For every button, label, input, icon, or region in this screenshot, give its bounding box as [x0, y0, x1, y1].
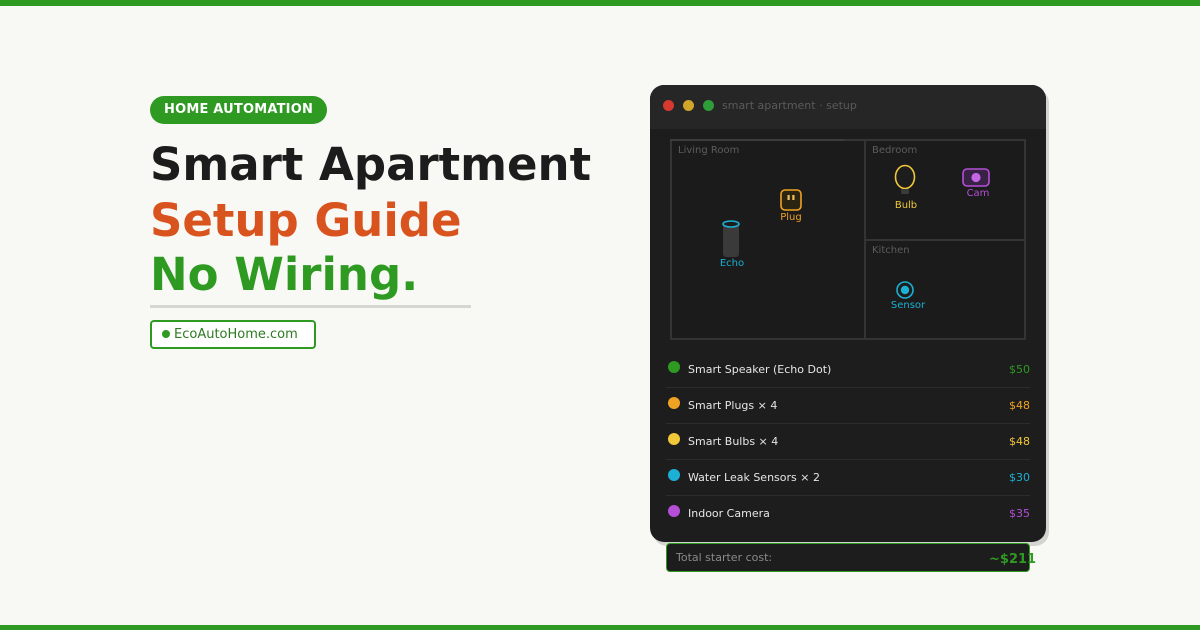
item-price: $30 [1009, 471, 1030, 484]
camera-icon[interactable] [962, 168, 990, 188]
item-name: Smart Bulbs × 4 [688, 435, 779, 448]
maximize-window-button[interactable] [703, 100, 714, 111]
item-price: $48 [1009, 399, 1030, 412]
room-label-bedroom: Bedroom [872, 145, 918, 156]
item-price: $48 [1009, 435, 1030, 448]
headline-line-1: Smart Apartment [150, 138, 592, 191]
room-label-kitchen: Kitchen [872, 245, 910, 256]
device-label-echo: Echo [719, 258, 745, 269]
item-price: $50 [1009, 363, 1030, 376]
headline-line-2: Setup Guide [150, 194, 462, 247]
setup-window: smart apartment · setup Living Room Bedr… [650, 85, 1046, 542]
item-name: Smart Speaker (Echo Dot) [688, 363, 832, 376]
bottom-accent-bar [0, 625, 1200, 630]
site-dot-icon [162, 330, 170, 338]
room-living-room: Living Room [670, 139, 866, 340]
leak-sensor-icon[interactable] [895, 280, 915, 300]
device-list: Smart Speaker (Echo Dot) $50 Smart Plugs… [666, 352, 1030, 532]
status-dot-icon [668, 433, 680, 445]
total-cost-panel: Total starter cost: ~$211 [666, 543, 1036, 572]
status-dot-icon [668, 361, 680, 373]
top-accent-bar [0, 0, 1200, 6]
status-dot-icon [668, 469, 680, 481]
bulb-icon[interactable] [893, 163, 917, 197]
device-label-cam: Cam [966, 188, 990, 199]
list-item[interactable]: Smart Speaker (Echo Dot) $50 [666, 352, 1030, 388]
total-cost-label: Total starter cost: [676, 551, 773, 564]
item-name: Water Leak Sensors × 2 [688, 471, 820, 484]
window-title: smart apartment · setup [722, 99, 857, 112]
plug-icon[interactable] [780, 189, 802, 211]
list-item[interactable]: Smart Bulbs × 4 $48 [666, 424, 1030, 460]
room-kitchen: Kitchen [864, 239, 1026, 340]
site-link[interactable]: EcoAutoHome.com [150, 320, 316, 349]
category-badge: HOME AUTOMATION [150, 96, 328, 124]
status-dot-icon [668, 505, 680, 517]
close-window-button[interactable] [663, 100, 674, 111]
item-name: Smart Plugs × 4 [688, 399, 778, 412]
headline-divider [150, 305, 471, 308]
window-titlebar: smart apartment · setup [650, 85, 1046, 129]
item-price: $35 [1009, 507, 1030, 520]
status-dot-icon [668, 397, 680, 409]
total-cost-value: ~$211 [989, 552, 1037, 567]
list-item[interactable]: Indoor Camera $35 [666, 496, 1030, 532]
list-item[interactable]: Water Leak Sensors × 2 $30 [666, 460, 1030, 496]
device-label-bulb: Bulb [894, 200, 918, 211]
item-name: Indoor Camera [688, 507, 770, 520]
headline-line-3: No Wiring. [150, 248, 419, 301]
echo-speaker-icon[interactable] [721, 219, 741, 259]
list-item[interactable]: Smart Plugs × 4 $48 [666, 388, 1030, 424]
minimize-window-button[interactable] [683, 100, 694, 111]
room-label-living: Living Room [678, 145, 740, 156]
site-link-label: EcoAutoHome.com [174, 327, 298, 342]
living-room-wall-accent [670, 139, 844, 141]
device-label-plug: Plug [780, 212, 802, 223]
device-label-sensor: Sensor [890, 300, 926, 311]
